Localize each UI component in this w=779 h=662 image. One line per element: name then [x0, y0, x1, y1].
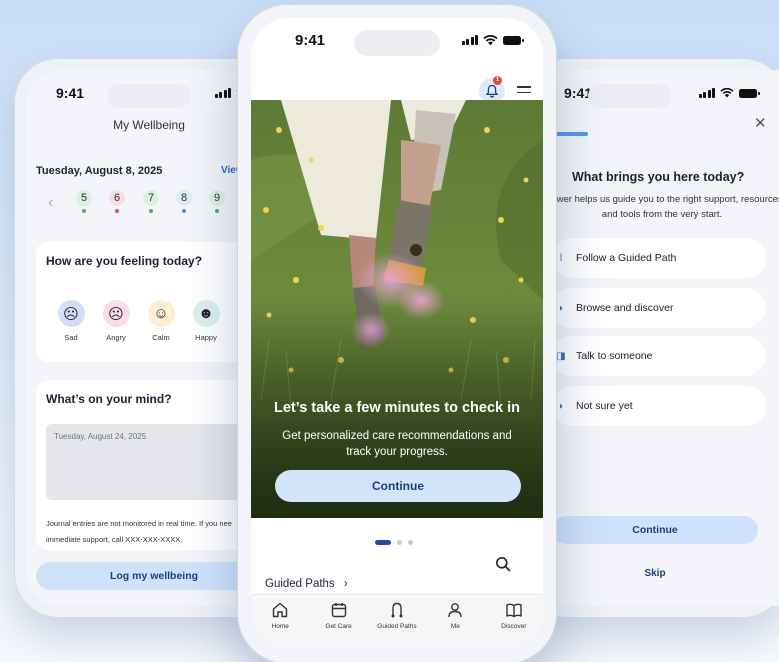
- journal-title: What’s on your mind?: [46, 392, 172, 406]
- nav-discover[interactable]: Discover: [487, 601, 541, 630]
- status-dot: [115, 209, 119, 213]
- home-icon: [272, 602, 288, 618]
- hero-subtitle: Get personalized care recommendations an…: [282, 430, 512, 458]
- carousel-dots[interactable]: [375, 540, 413, 545]
- question-title: What brings you here today?: [572, 170, 745, 184]
- day-item[interactable]: 5: [76, 190, 92, 213]
- close-icon[interactable]: ✕: [754, 114, 767, 132]
- checkin-phone: 9:41 1 Let’s take a few minutes to check…: [237, 4, 557, 662]
- nav-guided-paths[interactable]: Guided Paths: [370, 601, 424, 630]
- onboarding-phone: 9:41 ✕ What brings you here today? answe…: [522, 58, 779, 618]
- checkin-screen: 9:41 1 Let’s take a few minutes to check…: [251, 18, 543, 650]
- day-item[interactable]: 8: [176, 190, 192, 213]
- emotion-calm[interactable]: ☺ Calm: [146, 300, 176, 342]
- skip-button[interactable]: Skip: [552, 568, 758, 579]
- menu-icon[interactable]: [517, 86, 531, 97]
- battery-icon: [503, 35, 524, 45]
- dynamic-island: [588, 84, 672, 108]
- nav-get-care[interactable]: Get Care: [312, 601, 366, 630]
- wifi-icon: [483, 34, 498, 45]
- question-subtitle: answer helps us guide you to the right s…: [541, 194, 779, 220]
- status-dot: [149, 209, 153, 213]
- option-browse[interactable]: ◗ Browse and discover: [552, 288, 766, 328]
- person-icon: [448, 603, 463, 618]
- hero-content: Let’s take a few minutes to check in Get…: [251, 400, 543, 460]
- dynamic-island: [107, 84, 191, 108]
- status-dot: [82, 209, 86, 213]
- nav-me[interactable]: Me: [428, 601, 482, 630]
- day-item[interactable]: 7: [143, 190, 159, 213]
- status-dot: [182, 209, 186, 213]
- continue-button[interactable]: Continue: [275, 470, 521, 502]
- feeling-title: How are you feeling today?: [46, 254, 203, 268]
- sad-face-icon: ☹: [57, 300, 85, 327]
- hero-title: Let’s take a few minutes to check in: [273, 400, 521, 416]
- chevron-right-icon: ›: [343, 578, 348, 590]
- wifi-icon: [720, 88, 734, 98]
- option-not-sure[interactable]: ◗ Not sure yet: [552, 386, 766, 426]
- path-icon: [391, 602, 403, 618]
- status-icons: [698, 88, 760, 98]
- guided-paths-link[interactable]: Guided Paths ›: [265, 578, 348, 590]
- calendar-icon: [331, 603, 346, 618]
- emotion-angry[interactable]: ☹ Angry: [101, 300, 131, 342]
- calm-face-icon: ☺: [147, 300, 175, 327]
- signal-icon: [461, 35, 478, 45]
- progress-indicator: [552, 132, 588, 136]
- status-time: 9:41: [295, 31, 326, 49]
- signal-icon: [214, 88, 231, 98]
- happy-face-icon: ☻: [192, 300, 220, 327]
- status-time: 9:41: [56, 85, 85, 101]
- current-date: Tuesday, August 8, 2025: [36, 165, 163, 177]
- option-talk[interactable]: ◨ Talk to someone: [552, 336, 766, 376]
- status-dot: [215, 209, 219, 213]
- emotion-sad[interactable]: ☹ Sad: [56, 300, 86, 342]
- search-icon[interactable]: [495, 556, 511, 577]
- wellbeing-screen: 9:41 My Wellbeing Tuesday, August 8, 202…: [26, 70, 272, 606]
- angry-face-icon: ☹: [102, 300, 130, 327]
- carousel-dot[interactable]: [408, 540, 413, 545]
- hero-banner: Let’s take a few minutes to check in Get…: [251, 100, 543, 518]
- battery-icon: [739, 88, 760, 98]
- notification-badge: 1: [493, 76, 502, 85]
- chevron-left-icon[interactable]: ‹: [48, 194, 53, 212]
- bottom-nav: Home Get Care Guided Paths Me Discover: [251, 594, 543, 650]
- book-icon: [506, 603, 522, 618]
- option-guided-path[interactable]: ǀ Follow a Guided Path: [552, 238, 766, 278]
- day-item[interactable]: 6: [109, 190, 125, 213]
- page-title: My Wellbeing: [113, 118, 185, 132]
- day-item[interactable]: 9: [209, 190, 225, 213]
- dynamic-island: [354, 30, 440, 56]
- nav-home[interactable]: Home: [253, 601, 307, 630]
- status-icons: [461, 34, 524, 46]
- continue-button[interactable]: Continue: [552, 516, 758, 544]
- carousel-dot[interactable]: [397, 540, 402, 545]
- carousel-dot-active[interactable]: [375, 540, 391, 545]
- emotion-happy[interactable]: ☻ Happy: [191, 300, 221, 342]
- bell-icon: [485, 84, 499, 98]
- journal-disclaimer: Journal entries are not monitored in rea…: [46, 519, 232, 544]
- onboarding-screen: 9:41 ✕ What brings you here today? answe…: [534, 70, 779, 606]
- signal-icon: [698, 88, 715, 98]
